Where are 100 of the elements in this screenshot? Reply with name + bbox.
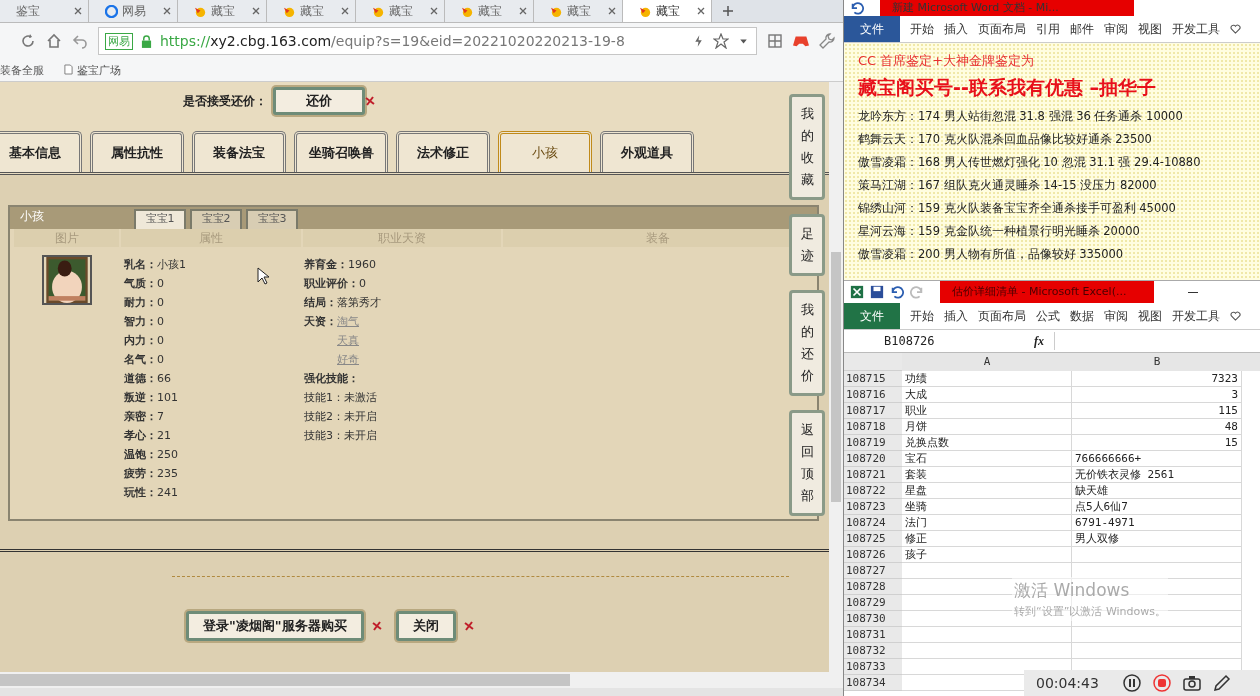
row-number[interactable]: 108722 [844, 483, 902, 499]
row-number[interactable]: 108716 [844, 387, 902, 403]
pet-tab[interactable]: 宝宝2 [190, 209, 242, 229]
close-icon[interactable] [341, 7, 349, 15]
name-box[interactable]: B108726 [844, 334, 1034, 348]
category-tab[interactable]: 基本信息 [0, 131, 82, 172]
action-button[interactable]: 登录"凌烟阁"服务器购买 [186, 611, 364, 641]
browser-tab[interactable]: 藏宝 [445, 0, 534, 22]
undo-icon[interactable] [850, 1, 864, 15]
talent-label: 天资： [304, 314, 337, 330]
row-number[interactable]: 108721 [844, 467, 902, 483]
pet-tab[interactable]: 宝宝3 [246, 209, 298, 229]
row-number[interactable]: 108732 [844, 643, 902, 659]
side-button[interactable]: 返回顶部 [789, 410, 825, 516]
column-header[interactable]: B [1072, 353, 1242, 371]
ribbon-tab[interactable]: 审阅 [1104, 307, 1128, 325]
browser-tab[interactable]: 藏宝 [356, 0, 445, 22]
row-number[interactable]: 108720 [844, 451, 902, 467]
reload-icon[interactable] [20, 33, 36, 49]
column-header[interactable]: A [902, 353, 1072, 371]
bookmark-link[interactable]: 装备全服 [0, 62, 44, 78]
browser-tab[interactable]: 藏宝 [178, 0, 267, 22]
insert-function-button[interactable]: fx [1034, 333, 1054, 349]
ribbon-tab[interactable]: 文件 [844, 16, 900, 42]
ribbon-tab[interactable]: 数据 [1070, 307, 1094, 325]
ribbon-tab[interactable]: 开始 [910, 307, 934, 325]
ribbon-tab[interactable]: 公式 [1036, 307, 1060, 325]
row-number[interactable]: 108727 [844, 563, 902, 579]
ribbon-tab[interactable]: 审阅 [1104, 20, 1128, 38]
heart-icon[interactable] [1230, 311, 1241, 321]
close-icon[interactable] [163, 7, 171, 15]
address-bar[interactable]: 网易 https://xy2.cbg.163.com/equip?s=19&eid=20221020220213-19-8 [98, 27, 757, 55]
bookmark-link[interactable]: 鉴宝广场 [64, 62, 121, 78]
close-icon[interactable] [74, 7, 82, 15]
category-tab[interactable]: 小孩 [498, 131, 592, 172]
row-number[interactable]: 108718 [844, 419, 902, 435]
category-tab[interactable]: 法术修正 [396, 131, 490, 172]
close-icon[interactable] [430, 7, 438, 15]
close-icon[interactable] [697, 7, 705, 15]
row-number[interactable]: 108734 [844, 675, 902, 691]
new-tab-icon[interactable] [722, 5, 734, 17]
row-number[interactable]: 108729 [844, 595, 902, 611]
browser-tab[interactable]: 藏宝 [267, 0, 356, 22]
row-number[interactable]: 108717 [844, 403, 902, 419]
action-button[interactable]: 关闭 [395, 611, 456, 641]
row-number[interactable]: 108719 [844, 435, 902, 451]
back-icon[interactable] [72, 33, 88, 49]
save-icon[interactable] [870, 285, 884, 299]
stop-icon[interactable] [1152, 674, 1171, 692]
pencil-icon[interactable] [1212, 674, 1231, 692]
home-icon[interactable] [46, 33, 62, 49]
ribbon-tab[interactable]: 插入 [944, 307, 968, 325]
pause-icon[interactable] [1122, 674, 1141, 692]
ribbon-tab[interactable]: 邮件 [1070, 20, 1094, 38]
heart-icon[interactable] [1230, 24, 1241, 34]
row-number[interactable]: 108725 [844, 531, 902, 547]
ribbon-tab[interactable]: 页面布局 [978, 20, 1026, 38]
browser-tab[interactable]: 藏宝 [623, 0, 712, 22]
document-text: 龙吟东方：174 男人站街忽混 31.8 强混 36 任务通杀 10000 [858, 108, 1184, 125]
wrench-icon[interactable] [819, 33, 835, 49]
ribbon-tab[interactable]: 视图 [1138, 20, 1162, 38]
counter-offer-button[interactable]: 还价 [273, 87, 365, 115]
browser-tab[interactable]: 藏宝 [534, 0, 623, 22]
side-button[interactable]: 我的还价 [789, 290, 825, 396]
ribbon-tab[interactable]: 文件 [844, 303, 900, 329]
row-number[interactable]: 108724 [844, 515, 902, 531]
undo-icon[interactable] [890, 285, 904, 299]
browser-tab[interactable]: 鉴宝 [0, 0, 89, 22]
pet-tab[interactable]: 宝宝1 [134, 209, 186, 229]
row-number[interactable]: 108726 [844, 547, 902, 563]
ribbon-tab[interactable]: 插入 [944, 20, 968, 38]
camera-icon[interactable] [1182, 674, 1201, 692]
ribbon-tab[interactable]: 开发工具 [1172, 20, 1220, 38]
close-icon[interactable] [252, 7, 260, 15]
category-tab[interactable]: 外观道具 [600, 131, 694, 172]
row-number[interactable]: 108730 [844, 611, 902, 627]
category-tab[interactable]: 坐骑召唤兽 [294, 131, 388, 172]
ribbon-tab[interactable]: 页面布局 [978, 307, 1026, 325]
close-icon[interactable] [608, 7, 616, 15]
side-button[interactable]: 足迹 [789, 214, 825, 276]
star-icon[interactable] [713, 33, 729, 49]
category-tab[interactable]: 装备法宝 [192, 131, 286, 172]
category-tab[interactable]: 属性抗性 [90, 131, 184, 172]
table-cell: 缺天雄 [1072, 483, 1242, 499]
row-number[interactable]: 108731 [844, 627, 902, 643]
side-button[interactable]: 我的收藏 [789, 94, 825, 200]
browser-tab[interactable]: 网易 [89, 0, 178, 22]
ribbon-tab[interactable]: 视图 [1138, 307, 1162, 325]
attribute-text: 内力：0 [124, 333, 164, 349]
ribbon-tab[interactable]: 开始 [910, 20, 934, 38]
row-number[interactable]: 108728 [844, 579, 902, 595]
row-number[interactable]: 108733 [844, 659, 902, 675]
row-number[interactable]: 108723 [844, 499, 902, 515]
ribbon-tab[interactable]: 引用 [1036, 20, 1060, 38]
certificate-label: 网易 [105, 32, 133, 50]
row-number[interactable]: 108715 [844, 371, 902, 387]
close-icon[interactable] [519, 7, 527, 15]
ribbon-tab[interactable]: 开发工具 [1172, 307, 1220, 325]
grid-icon[interactable] [767, 33, 783, 49]
minimize-icon[interactable] [1188, 291, 1198, 293]
